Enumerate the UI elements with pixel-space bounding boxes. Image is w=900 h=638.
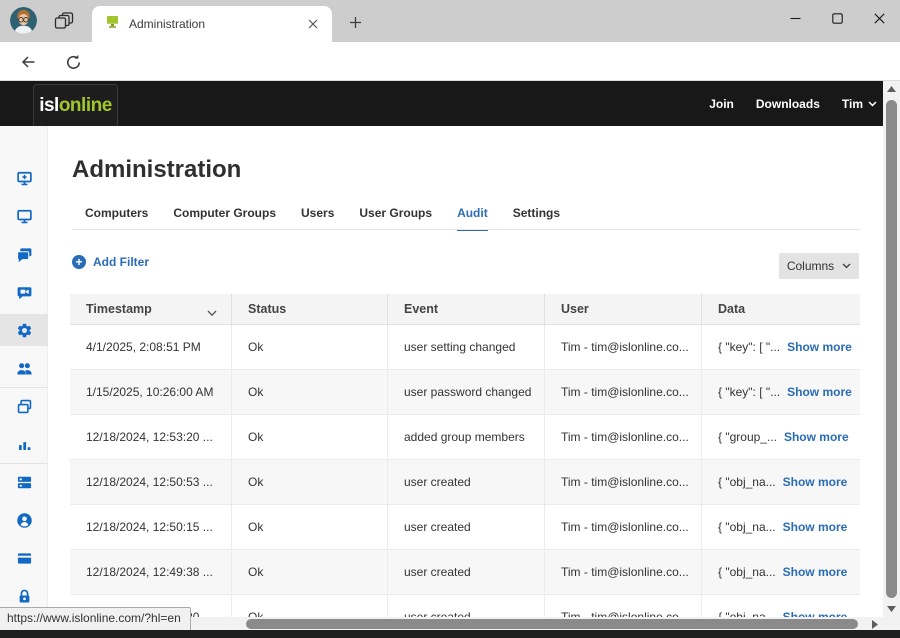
vertical-scroll-thumb[interactable] bbox=[886, 100, 897, 598]
header-timestamp[interactable]: Timestamp bbox=[70, 294, 232, 324]
workspaces-icon[interactable] bbox=[54, 12, 74, 35]
table-row[interactable]: 12/18/2024, 12:49:38 ... Ok user created… bbox=[70, 550, 860, 595]
add-filter-button[interactable]: + Add Filter bbox=[72, 255, 149, 269]
tabs-separator bbox=[72, 229, 860, 230]
header-data[interactable]: Data bbox=[702, 294, 860, 324]
video-chat-icon[interactable] bbox=[16, 284, 33, 301]
browser-tab[interactable]: Administration bbox=[92, 6, 332, 42]
scroll-down-icon[interactable] bbox=[883, 601, 900, 617]
header-link-join[interactable]: Join bbox=[709, 97, 734, 111]
tab-user-groups[interactable]: User Groups bbox=[359, 206, 432, 231]
show-more-link[interactable]: Show more bbox=[783, 565, 848, 579]
admin-tabs: Computers Computer Groups Users User Gro… bbox=[85, 206, 560, 231]
maximize-button[interactable] bbox=[816, 0, 858, 36]
sessions-layers-icon[interactable] bbox=[16, 398, 33, 415]
header-link-downloads[interactable]: Downloads bbox=[756, 97, 820, 111]
account-person-icon[interactable] bbox=[16, 512, 33, 529]
tab-computer-groups[interactable]: Computer Groups bbox=[173, 206, 276, 231]
show-more-link[interactable]: Show more bbox=[787, 385, 852, 399]
header-status[interactable]: Status bbox=[232, 294, 388, 324]
app-sidebar bbox=[0, 126, 48, 617]
horizontal-scroll-thumb[interactable] bbox=[246, 619, 858, 629]
table-row[interactable]: 12/18/2024, 12:50:15 ... Ok user created… bbox=[70, 505, 860, 550]
show-more-link[interactable]: Show more bbox=[783, 520, 848, 534]
header-user[interactable]: User bbox=[545, 294, 702, 324]
settings-gear-icon[interactable] bbox=[16, 322, 33, 339]
browser-tab-strip: Administration bbox=[0, 0, 900, 42]
remote-session-monitor-plus-icon[interactable] bbox=[16, 170, 33, 187]
tab-close-icon[interactable] bbox=[304, 15, 322, 33]
close-window-button[interactable] bbox=[858, 0, 900, 36]
table-row[interactable]: 12/18/2024, 12:53:20 ... Ok added group … bbox=[70, 415, 860, 460]
tab-settings[interactable]: Settings bbox=[513, 206, 560, 231]
reports-bar-chart-icon[interactable] bbox=[16, 436, 33, 453]
audit-table: Timestamp Status Event User Data 4/1/202… bbox=[70, 294, 860, 617]
server-list-icon[interactable] bbox=[16, 474, 33, 491]
refresh-icon[interactable] bbox=[62, 52, 84, 72]
show-more-link[interactable]: Show more bbox=[787, 340, 852, 354]
browser-toolbar: https://account.islonline.net/users/admi… bbox=[0, 42, 900, 81]
show-more-link[interactable]: Show more bbox=[783, 475, 848, 489]
profile-avatar[interactable] bbox=[10, 7, 37, 34]
status-bar-link: https://www.islonline.com/?hl=en bbox=[0, 607, 191, 630]
scroll-up-icon[interactable] bbox=[883, 81, 900, 97]
tab-computers[interactable]: Computers bbox=[85, 206, 148, 231]
chat-icon[interactable] bbox=[16, 246, 33, 263]
minimize-button[interactable] bbox=[774, 0, 816, 36]
user-menu[interactable]: Tim bbox=[842, 97, 877, 111]
security-lock-icon[interactable] bbox=[16, 588, 33, 605]
browser-window: Administration bbox=[0, 0, 900, 638]
chevron-down-icon bbox=[842, 263, 851, 269]
table-row[interactable]: 4/1/2025, 2:08:51 PM Ok user setting cha… bbox=[70, 325, 860, 370]
table-row[interactable]: 1/15/2025, 10:26:00 AM Ok user password … bbox=[70, 370, 860, 415]
table-header-row: Timestamp Status Event User Data bbox=[70, 294, 860, 325]
window-bottom-edge bbox=[0, 630, 900, 638]
billing-card-icon[interactable] bbox=[16, 550, 33, 567]
vertical-scrollbar[interactable] bbox=[883, 81, 900, 617]
tab-users[interactable]: Users bbox=[301, 206, 334, 231]
plus-icon: + bbox=[72, 255, 86, 269]
main-content: Administration Computers Computer Groups… bbox=[48, 126, 883, 617]
sort-chevron-icon[interactable] bbox=[207, 306, 217, 320]
computer-icon[interactable] bbox=[16, 208, 33, 225]
window-controls bbox=[774, 0, 900, 36]
columns-button[interactable]: Columns bbox=[779, 253, 859, 279]
show-more-link[interactable]: Show more bbox=[784, 430, 849, 444]
new-tab-button[interactable] bbox=[344, 11, 366, 33]
page-title: Administration bbox=[72, 156, 241, 184]
table-row[interactable]: 12/18/2024, 12:50:53 ... Ok user created… bbox=[70, 460, 860, 505]
scrollbar-corner bbox=[883, 617, 900, 631]
show-more-link[interactable]: Show more bbox=[783, 610, 848, 617]
tab-title: Administration bbox=[129, 17, 304, 31]
app-header: Join Downloads Tim bbox=[0, 81, 883, 126]
tab-favicon-monitor-icon bbox=[104, 14, 121, 35]
tab-audit[interactable]: Audit bbox=[457, 206, 488, 231]
back-icon[interactable] bbox=[17, 52, 39, 72]
chevron-down-icon bbox=[868, 101, 877, 107]
islonline-logo[interactable]: islonline bbox=[33, 84, 118, 128]
table-body: 4/1/2025, 2:08:51 PM Ok user setting cha… bbox=[70, 325, 860, 617]
header-event[interactable]: Event bbox=[388, 294, 545, 324]
users-icon[interactable] bbox=[16, 360, 33, 377]
